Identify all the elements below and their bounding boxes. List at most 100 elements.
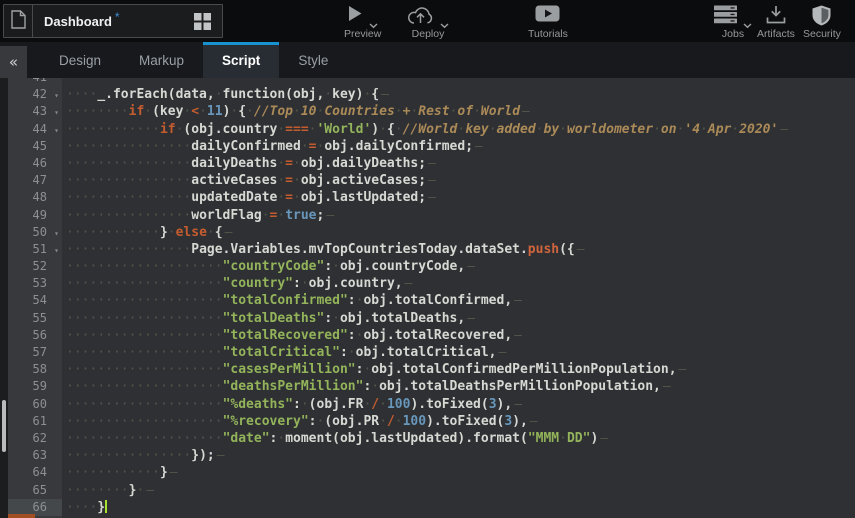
- code-line-content[interactable]: ················activeCases·=·obj.active…: [62, 172, 855, 189]
- tab-style[interactable]: Style: [279, 42, 347, 78]
- code-line-content[interactable]: ············}·else·{–: [62, 224, 855, 241]
- fold-toggle-icon[interactable]: ▾: [54, 104, 59, 121]
- code-line-content[interactable]: ····················"totalRecovered":·ob…: [62, 327, 855, 344]
- artifacts-button[interactable]: Artifacts: [757, 5, 795, 40]
- preview-button[interactable]: Preview: [344, 5, 381, 40]
- file-icon: [11, 10, 26, 32]
- fold-toggle-icon[interactable]: ▾: [54, 242, 59, 259]
- code-line-content[interactable]: ····················"date":·moment(obj.l…: [62, 430, 855, 447]
- code-editor[interactable]: 41–42▾····_.forEach(data,·function(obj,·…: [0, 78, 855, 518]
- eol-marker: –: [217, 448, 225, 463]
- line-number[interactable]: 51▾: [8, 241, 62, 258]
- code-line-content[interactable]: ····················"deathsPerMillion":·…: [62, 378, 855, 395]
- line-number[interactable]: 42▾: [8, 86, 62, 103]
- page-title: Dashboard: [44, 14, 112, 29]
- code-line-content[interactable]: ····················"%deaths":·(obj.FR·/…: [62, 396, 855, 413]
- code-line-content[interactable]: ················dailyConfirmed·=·obj.dai…: [62, 138, 855, 155]
- play-icon: [347, 5, 363, 27]
- eol-marker: –: [68, 78, 76, 85]
- code-line-content[interactable]: ········}·–: [62, 482, 855, 499]
- code-line-content[interactable]: ····················"totalConfirmed":·ob…: [62, 292, 855, 309]
- code-line: 45················dailyConfirmed·=·obj.d…: [8, 138, 855, 155]
- line-number[interactable]: 43▾: [8, 103, 62, 120]
- security-button[interactable]: Security: [803, 5, 841, 40]
- deploy-button[interactable]: Deploy: [407, 5, 449, 40]
- code-line-content[interactable]: ················worldFlag·=·true;–: [62, 207, 855, 224]
- dashboard-page-tab[interactable]: Dashboard *: [33, 5, 222, 37]
- code-line-content[interactable]: ········if·(key·<·11)·{·//Top·10·Countri…: [62, 103, 855, 120]
- line-number: 57: [8, 344, 62, 361]
- jobs-button[interactable]: Jobs: [714, 5, 752, 40]
- eol-marker: –: [522, 104, 530, 119]
- line-number: 54: [8, 292, 62, 309]
- eol-marker: –: [428, 173, 436, 188]
- code-line-content[interactable]: –: [62, 78, 855, 86]
- fold-toggle-icon[interactable]: ▾: [54, 87, 59, 104]
- eol-marker: –: [428, 190, 436, 205]
- line-number: 64: [8, 464, 62, 481]
- cloud-upload-icon: [407, 5, 434, 30]
- eol-marker: –: [428, 156, 436, 171]
- action-label: Artifacts: [757, 28, 795, 40]
- line-number: 62: [8, 430, 62, 447]
- line-number: 60: [8, 396, 62, 413]
- action-label: Tutorials: [528, 28, 568, 40]
- fold-toggle-icon[interactable]: ▾: [54, 122, 59, 139]
- code-line: 41–: [8, 78, 855, 86]
- eol-marker: –: [326, 208, 334, 223]
- chevron-down-icon[interactable]: [743, 16, 752, 34]
- file-icon-button[interactable]: [4, 5, 33, 37]
- code-line: 60····················"%deaths":·(obj.FR…: [8, 396, 855, 413]
- eol-marker: –: [225, 225, 233, 240]
- tab-design[interactable]: Design: [40, 42, 120, 78]
- code-line-content[interactable]: ················});–: [62, 447, 855, 464]
- eol-marker: –: [170, 465, 178, 480]
- eol-marker: –: [600, 431, 608, 446]
- tutorials-button[interactable]: Tutorials: [528, 5, 568, 40]
- tab-script[interactable]: Script: [203, 42, 279, 78]
- video-icon: [535, 5, 560, 27]
- line-number: 49: [8, 207, 62, 224]
- code-line-content[interactable]: ············}–: [62, 464, 855, 481]
- code-line: 50▾············}·else·{–: [8, 224, 855, 241]
- code-line: 58····················"casesPerMillion":…: [8, 361, 855, 378]
- collapse-panel-button[interactable]: «: [0, 46, 27, 78]
- code-line-content[interactable]: ····················"%recovery":·(obj.PR…: [62, 413, 855, 430]
- top-toolbar: Dashboard * Preview Deploy Tutorials Jobs Ar…: [0, 0, 855, 42]
- code-line: 63················});–: [8, 447, 855, 464]
- eol-marker: –: [514, 293, 522, 308]
- code-line: 44▾············if·(obj.country·===·'Worl…: [8, 121, 855, 138]
- code-line-content[interactable]: ················Page.Variables.mvTopCoun…: [62, 241, 855, 258]
- code-line: 57····················"totalCritical":·o…: [8, 344, 855, 361]
- code-line-content[interactable]: ················dailyDeaths·=·obj.dailyD…: [62, 155, 855, 172]
- code-line-content[interactable]: ····}: [62, 499, 855, 516]
- grid-icon[interactable]: [194, 13, 211, 30]
- eol-marker: –: [514, 397, 522, 412]
- fold-toggle-icon[interactable]: ▾: [54, 225, 59, 242]
- code-line: 53····················"country":·obj.cou…: [8, 275, 855, 292]
- code-line-content[interactable]: ················updatedDate·=·obj.lastUp…: [62, 189, 855, 206]
- code-line-content[interactable]: ····_.forEach(data,·function(obj,·key)·{…: [62, 86, 855, 103]
- line-number: 41: [8, 78, 62, 86]
- line-number: 48: [8, 189, 62, 206]
- code-line-content[interactable]: ············if·(obj.country·===·'World')…: [62, 121, 855, 138]
- code-line-content[interactable]: ····················"countryCode":·obj.c…: [62, 258, 855, 275]
- code-line-content[interactable]: ····················"totalCritical":·obj…: [62, 344, 855, 361]
- code-line: 42▾····_.forEach(data,·function(obj,·key…: [8, 86, 855, 103]
- left-scrollbar-track[interactable]: [0, 78, 8, 518]
- eol-marker: –: [514, 328, 522, 343]
- scrollbar-thumb[interactable]: [2, 400, 6, 452]
- document-tab-group: Dashboard *: [3, 4, 223, 38]
- code-line-content[interactable]: ····················"casesPerMillion":·o…: [62, 361, 855, 378]
- code-line-content[interactable]: ····················"totalDeaths":·obj.t…: [62, 310, 855, 327]
- line-number[interactable]: 50▾: [8, 224, 62, 241]
- eol-marker: –: [475, 139, 483, 154]
- eol-marker: –: [577, 242, 585, 257]
- code-line: 51▾················Page.Variables.mvTopC…: [8, 241, 855, 258]
- code-line-content[interactable]: ····················"country":·obj.count…: [62, 275, 855, 292]
- eol-marker: –: [780, 122, 788, 137]
- code-line: 66····}: [8, 499, 855, 516]
- line-number[interactable]: 44▾: [8, 121, 62, 138]
- code-line: 55····················"totalDeaths":·obj…: [8, 310, 855, 327]
- tab-markup[interactable]: Markup: [120, 42, 203, 78]
